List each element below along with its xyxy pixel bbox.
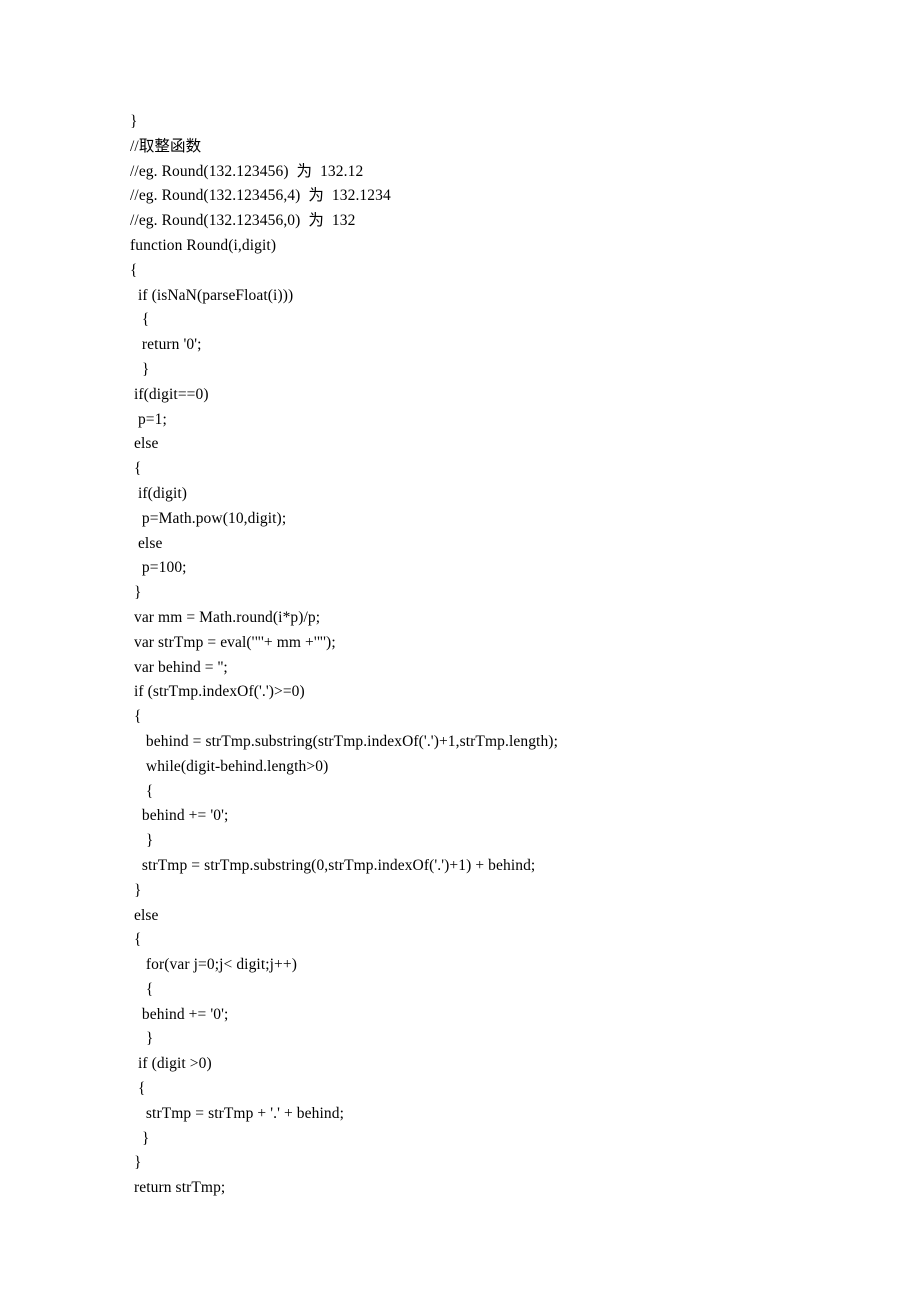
code-block: } //取整函数 //eg. Round(132.123456) 为 132.1… <box>0 0 920 1281</box>
